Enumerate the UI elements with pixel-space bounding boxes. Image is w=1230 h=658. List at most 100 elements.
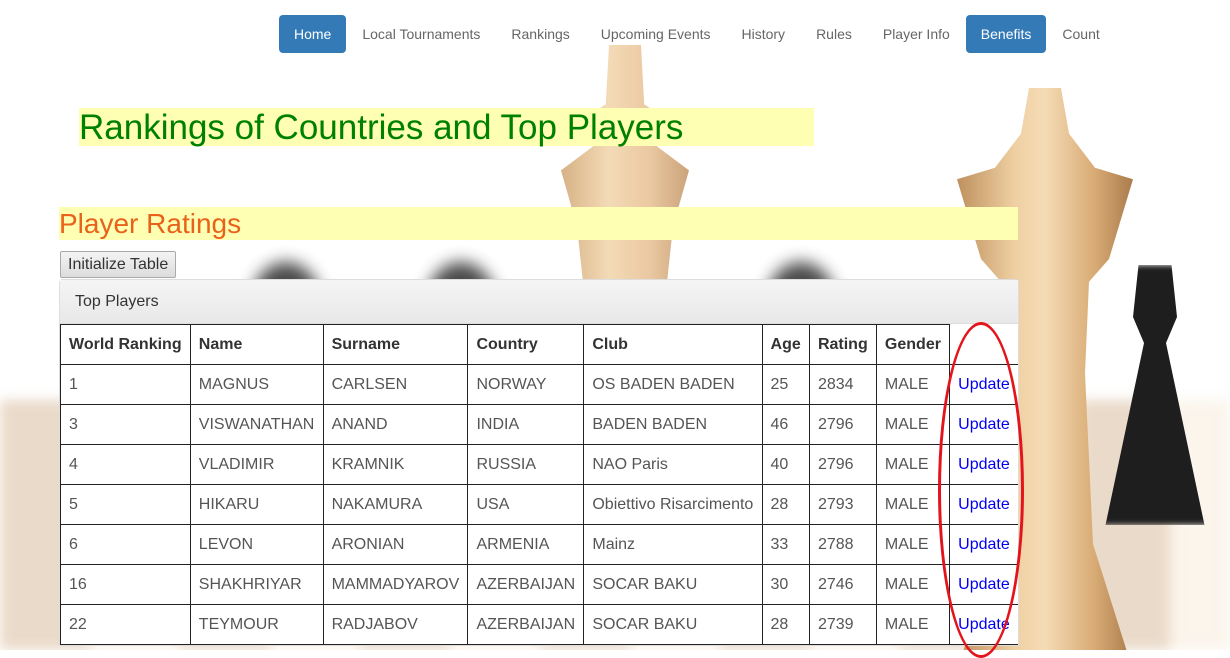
table-cell: 2796 bbox=[808, 404, 877, 445]
initialize-table-button[interactable]: Initialize Table bbox=[60, 251, 177, 278]
table-cell: Update bbox=[949, 364, 1018, 405]
table-cell: ARMENIA bbox=[467, 524, 585, 565]
table-row: 6 LEVON ARONIAN ARMENIA Mainz 33 2788 MALE Updat… bbox=[60, 524, 1018, 565]
table-cell: LEVON bbox=[189, 524, 324, 565]
table-cell: SOCAR BAKU bbox=[583, 604, 763, 645]
table-cell: 6 bbox=[60, 524, 191, 565]
table-cell: 4 bbox=[60, 444, 191, 485]
table-cell: Update bbox=[949, 524, 1018, 565]
table-cell: VISWANATHAN bbox=[189, 404, 324, 445]
table-cell: Update bbox=[949, 604, 1018, 645]
table-row: 5 HIKARU NAKAMURA USA Obiettivo Risarcimento… bbox=[60, 484, 1018, 525]
table-cell: SHAKHRIYAR bbox=[189, 564, 324, 605]
table-cell: 2834 bbox=[808, 364, 877, 405]
column-header: Gender bbox=[875, 324, 951, 365]
nav-item-benefits[interactable]: Benefits bbox=[965, 15, 1047, 53]
column-header: Name bbox=[189, 324, 324, 365]
table-cell: RADJABOV bbox=[322, 604, 469, 645]
table-cell: RUSSIA bbox=[467, 444, 585, 485]
column-header: Club bbox=[583, 324, 763, 365]
table-cell: TEYMOUR bbox=[189, 604, 324, 645]
table-cell: BADEN BADEN bbox=[583, 404, 763, 445]
nav-item-home[interactable]: Home bbox=[279, 15, 347, 53]
update-link[interactable]: Update bbox=[958, 376, 1010, 393]
table-cell: 1 bbox=[60, 364, 191, 405]
nav-item-rules[interactable]: Rules bbox=[801, 15, 867, 53]
update-link[interactable]: Update bbox=[958, 576, 1010, 593]
table-cell: AZERBAIJAN bbox=[467, 604, 585, 645]
column-header: Rating bbox=[808, 324, 877, 365]
table-cell: MALE bbox=[875, 564, 951, 605]
table-row: 22 TEYMOUR RADJABOV AZERBAIJAN SOCAR BAKU 28 2… bbox=[60, 604, 1018, 645]
table-cell: 16 bbox=[60, 564, 191, 605]
table-cell: Update bbox=[949, 404, 1018, 445]
table-cell: MALE bbox=[875, 604, 951, 645]
table-cell: KRAMNIK bbox=[322, 444, 469, 485]
nav-item-rankings[interactable]: Rankings bbox=[496, 15, 584, 53]
dark-pawn-image bbox=[1105, 265, 1205, 525]
table-row: 3 VISWANATHAN ANAND INDIA BADEN BADEN 46 2796 M… bbox=[60, 404, 1018, 445]
column-header: Surname bbox=[322, 324, 469, 365]
table-cell: MALE bbox=[875, 484, 951, 525]
update-link[interactable]: Update bbox=[958, 536, 1010, 553]
nav-item-history[interactable]: History bbox=[727, 15, 801, 53]
table-cell: AZERBAIJAN bbox=[467, 564, 585, 605]
nav-item-local-tournaments[interactable]: Local Tournaments bbox=[347, 15, 495, 53]
table-cell: NAO Paris bbox=[583, 444, 763, 485]
table-cell: 28 bbox=[761, 604, 810, 645]
table-cell: 28 bbox=[761, 484, 810, 525]
table-cell: 2796 bbox=[808, 444, 877, 485]
update-link[interactable]: Update bbox=[958, 416, 1010, 433]
table-cell: MAMMADYAROV bbox=[322, 564, 469, 605]
column-header: World Ranking bbox=[60, 324, 191, 365]
table-cell: 46 bbox=[761, 404, 810, 445]
table-cell: MALE bbox=[875, 364, 951, 405]
table-cell: 40 bbox=[761, 444, 810, 485]
table-cell: 25 bbox=[761, 364, 810, 405]
table-cell: 2793 bbox=[808, 484, 877, 525]
nav-item-player-info[interactable]: Player Info bbox=[868, 15, 965, 53]
table-cell: NAKAMURA bbox=[322, 484, 469, 525]
table-cell: OS BADEN BADEN bbox=[583, 364, 763, 405]
table-row: 1 MAGNUS CARLSEN NORWAY OS BADEN BADEN 25 2834… bbox=[60, 364, 1018, 405]
update-link[interactable]: Update bbox=[958, 616, 1010, 633]
table-cell: 2739 bbox=[808, 604, 877, 645]
table-cell: MALE bbox=[875, 524, 951, 565]
table-cell: Mainz bbox=[583, 524, 763, 565]
update-link[interactable]: Update bbox=[958, 456, 1010, 473]
nav-item-upcoming-events[interactable]: Upcoming Events bbox=[586, 15, 726, 53]
table-cell: 2746 bbox=[808, 564, 877, 605]
table-cell: 5 bbox=[60, 484, 191, 525]
table-cell: HIKARU bbox=[189, 484, 324, 525]
table-cell: VLADIMIR bbox=[189, 444, 324, 485]
table-cell: 2788 bbox=[808, 524, 877, 565]
top-players-panel: Top Players World Ranking Name Surname Coun… bbox=[59, 279, 1019, 646]
main-nav: Home Local Tournaments Rankings Upcoming Ev… bbox=[279, 15, 1116, 53]
section-title: Player Ratings bbox=[59, 207, 1018, 240]
panel-title: Top Players bbox=[60, 280, 1018, 324]
table-cell: Update bbox=[949, 564, 1018, 605]
table-cell: Update bbox=[949, 444, 1018, 485]
table-cell: SOCAR BAKU bbox=[583, 564, 763, 605]
table-header-row: World Ranking Name Surname Country Club Age Ra… bbox=[60, 324, 1018, 365]
table-body: 1 MAGNUS CARLSEN NORWAY OS BADEN BADEN 25 2834… bbox=[60, 364, 1018, 645]
table-row: 4 VLADIMIR KRAMNIK RUSSIA NAO Paris 40 2796 MAL… bbox=[60, 444, 1018, 485]
table-cell: USA bbox=[467, 484, 585, 525]
column-header: Country bbox=[467, 324, 585, 365]
table-cell: MALE bbox=[875, 444, 951, 485]
update-link[interactable]: Update bbox=[958, 496, 1010, 513]
table-cell: INDIA bbox=[467, 404, 585, 445]
table-cell: 33 bbox=[761, 524, 810, 565]
nav-item-count[interactable]: Count bbox=[1047, 15, 1114, 53]
table-cell: CARLSEN bbox=[322, 364, 469, 405]
table-cell: 30 bbox=[761, 564, 810, 605]
table-cell: ANAND bbox=[322, 404, 469, 445]
page-title: Rankings of Countries and Top Players bbox=[79, 108, 814, 147]
table-cell: MAGNUS bbox=[189, 364, 324, 405]
table-cell: MALE bbox=[875, 404, 951, 445]
table-cell: Obiettivo Risarcimento bbox=[583, 484, 763, 525]
players-table: World Ranking Name Surname Country Club Age Ra… bbox=[60, 324, 1018, 645]
table-cell: NORWAY bbox=[467, 364, 585, 405]
table-cell: ARONIAN bbox=[322, 524, 469, 565]
table-row: 16 SHAKHRIYAR MAMMADYAROV AZERBAIJAN SOCAR B… bbox=[60, 564, 1018, 605]
